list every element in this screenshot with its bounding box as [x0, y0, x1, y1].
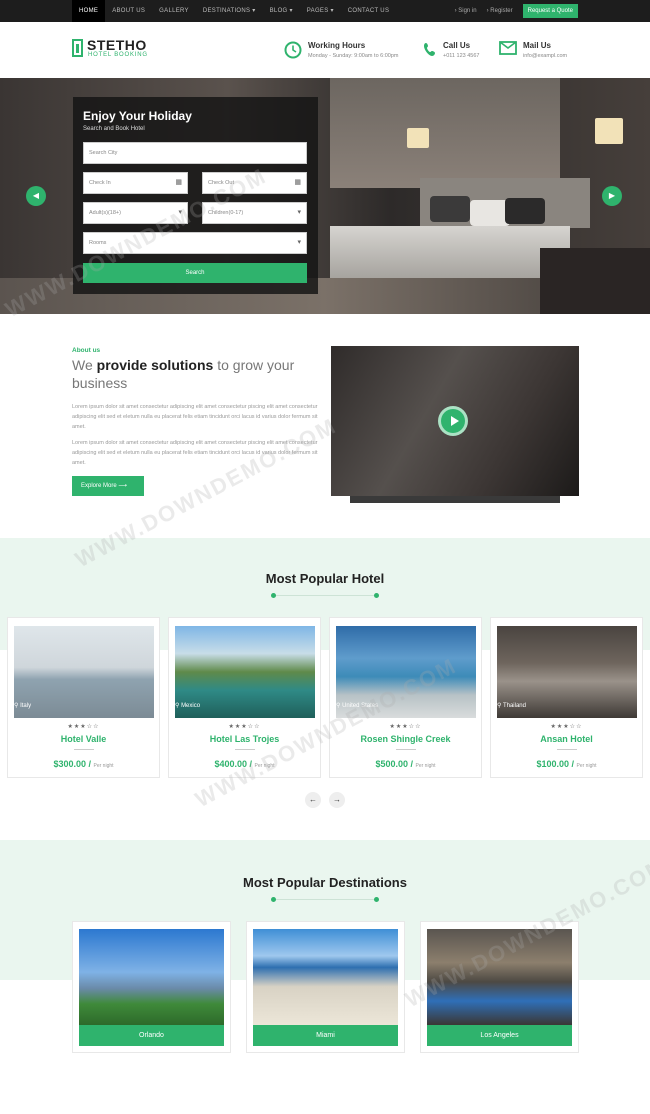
- nav-blog[interactable]: BLOG ▾: [263, 0, 300, 22]
- hours-text: Monday - Sunday: 9:00am to 6:00pm: [308, 53, 399, 59]
- hero-pillow: [470, 200, 510, 226]
- destination-image: [79, 929, 224, 1025]
- register-link[interactable]: › Register: [487, 8, 513, 14]
- adults-value: Adult(s)(18+): [89, 210, 121, 216]
- hotel-name[interactable]: Ansan Hotel: [491, 734, 642, 744]
- hotel-image: [14, 626, 154, 718]
- nav-contact[interactable]: CONTACT US: [341, 0, 396, 22]
- price-value: $300.00 /: [53, 759, 91, 769]
- price-unit: Per night: [93, 763, 114, 769]
- carousel-prev-button[interactable]: ←: [305, 792, 321, 808]
- hero-bed: [330, 226, 570, 286]
- carousel-next-button[interactable]: →: [329, 792, 345, 808]
- nav-about[interactable]: ABOUT US: [105, 0, 152, 22]
- about-label: About us: [72, 347, 101, 354]
- hotel-location: ⚲ Mexico: [175, 703, 201, 709]
- star-rating: ★★★☆☆: [67, 724, 100, 730]
- hotels-title: Most Popular Hotel: [265, 571, 385, 586]
- slider-next-button[interactable]: ▶: [602, 186, 622, 206]
- hotels-divider: [271, 593, 379, 598]
- hotel-name[interactable]: Rosen Shingle Creek: [330, 734, 481, 744]
- top-bar: HOME ABOUT US GALLERY DESTINATIONS ▾ BLO…: [0, 0, 650, 22]
- mail-address[interactable]: info@exampl.com: [523, 53, 567, 59]
- call-number[interactable]: +011 123 4567: [443, 53, 479, 59]
- hotel-price: $100.00 / Per night: [491, 759, 642, 769]
- price-value: $500.00 /: [375, 759, 413, 769]
- booking-subtitle: Search and Book Hotel: [83, 126, 145, 132]
- hotel-location-text: Italy: [20, 703, 32, 709]
- caret-down-icon: ▾: [297, 209, 301, 216]
- destination-card[interactable]: Miami: [246, 921, 405, 1053]
- price-value: $100.00 /: [536, 759, 574, 769]
- hotel-card[interactable]: ⚲ Thailand ★★★☆☆ Ansan Hotel $100.00 / P…: [490, 617, 643, 778]
- clock-icon: [284, 41, 302, 59]
- nav-destinations[interactable]: DESTINATIONS ▾: [196, 0, 263, 22]
- nav-home[interactable]: HOME: [72, 0, 106, 22]
- video-shadow: [350, 496, 560, 503]
- play-icon[interactable]: [438, 406, 468, 436]
- call-us: Call Us +011 123 4567: [423, 41, 479, 59]
- request-quote-button[interactable]: Request a Quote: [522, 4, 578, 18]
- hero-nightstand: [540, 248, 650, 314]
- mail-title: Mail Us: [523, 41, 552, 50]
- hero-window: [330, 78, 560, 188]
- destinations-divider: [271, 897, 379, 902]
- booking-title: Enjoy Your Holiday: [83, 109, 192, 123]
- hero-pillow: [430, 196, 470, 222]
- hours-title: Working Hours: [308, 41, 366, 50]
- price-unit: Per night: [576, 763, 597, 769]
- hotel-divider: [74, 749, 94, 750]
- mail-icon: [499, 41, 517, 55]
- destination-label: Los Angeles: [427, 1025, 572, 1046]
- site-header: STETHO HOTEL BOOKING Working Hours Monday…: [0, 22, 650, 78]
- hotel-location: ⚲ Thailand: [497, 703, 526, 709]
- hotel-divider: [396, 749, 416, 750]
- destinations-title: Most Popular Destinations: [243, 875, 407, 890]
- about-title-b: provide solutions: [96, 357, 214, 373]
- working-hours: Working Hours Monday - Sunday: 9:00am to …: [284, 41, 399, 59]
- destination-image: [253, 929, 398, 1025]
- hotel-price: $500.00 / Per night: [330, 759, 481, 769]
- calendar-icon: ▦: [175, 179, 182, 186]
- logo-name: STETHO: [87, 37, 147, 53]
- destination-card[interactable]: Orlando: [72, 921, 231, 1053]
- account-links: › Sign in › Register Request a Quote: [455, 0, 578, 22]
- logo-tagline: HOTEL BOOKING: [88, 52, 148, 58]
- destination-label: Orlando: [79, 1025, 224, 1046]
- hero-pillow: [505, 198, 545, 224]
- star-rating: ★★★☆☆: [228, 724, 261, 730]
- slider-prev-button[interactable]: ◀: [26, 186, 46, 206]
- hotel-divider: [557, 749, 577, 750]
- hotel-location-text: Thailand: [502, 703, 526, 709]
- star-rating: ★★★☆☆: [550, 724, 583, 730]
- about-title-a: We: [72, 357, 97, 373]
- hotel-card[interactable]: ⚲ Italy ★★★☆☆ Hotel Valle $300.00 / Per …: [7, 617, 160, 778]
- hero-lamp: [595, 118, 623, 144]
- signin-link[interactable]: › Sign in: [455, 8, 477, 14]
- about-paragraph-1: Lorem ipsum dolor sit amet consectetur a…: [72, 404, 318, 430]
- hotel-divider: [235, 749, 255, 750]
- phone-icon: [424, 43, 435, 56]
- hotel-location-text: Mexico: [181, 703, 201, 709]
- hero-lamp: [407, 128, 429, 148]
- check-in-placeholder: Check In: [89, 180, 111, 186]
- check-in-input[interactable]: Check In ▦: [83, 172, 188, 194]
- logo[interactable]: STETHO HOTEL BOOKING: [72, 38, 148, 58]
- mail-us: Mail Us info@exampl.com: [499, 41, 567, 59]
- hotel-location: ⚲ Italy: [14, 703, 32, 709]
- hotel-name[interactable]: Hotel Valle: [8, 734, 159, 744]
- main-nav: HOME ABOUT US GALLERY DESTINATIONS ▾ BLO…: [72, 0, 396, 22]
- explore-more-button[interactable]: Explore More ⟶: [72, 476, 144, 496]
- caret-down-icon: ▾: [297, 239, 301, 246]
- nav-pages[interactable]: PAGES ▾: [300, 0, 341, 22]
- destination-label: Miami: [253, 1025, 398, 1046]
- hotel-price: $300.00 / Per night: [8, 759, 159, 769]
- nav-gallery[interactable]: GALLERY: [152, 0, 196, 22]
- about-title: We provide solutions to grow your busine…: [72, 356, 322, 392]
- price-unit: Per night: [415, 763, 436, 769]
- building-icon: [72, 39, 83, 57]
- call-title: Call Us: [443, 41, 471, 50]
- search-city-input[interactable]: Search City: [83, 142, 307, 164]
- calendar-icon: ▦: [294, 179, 301, 186]
